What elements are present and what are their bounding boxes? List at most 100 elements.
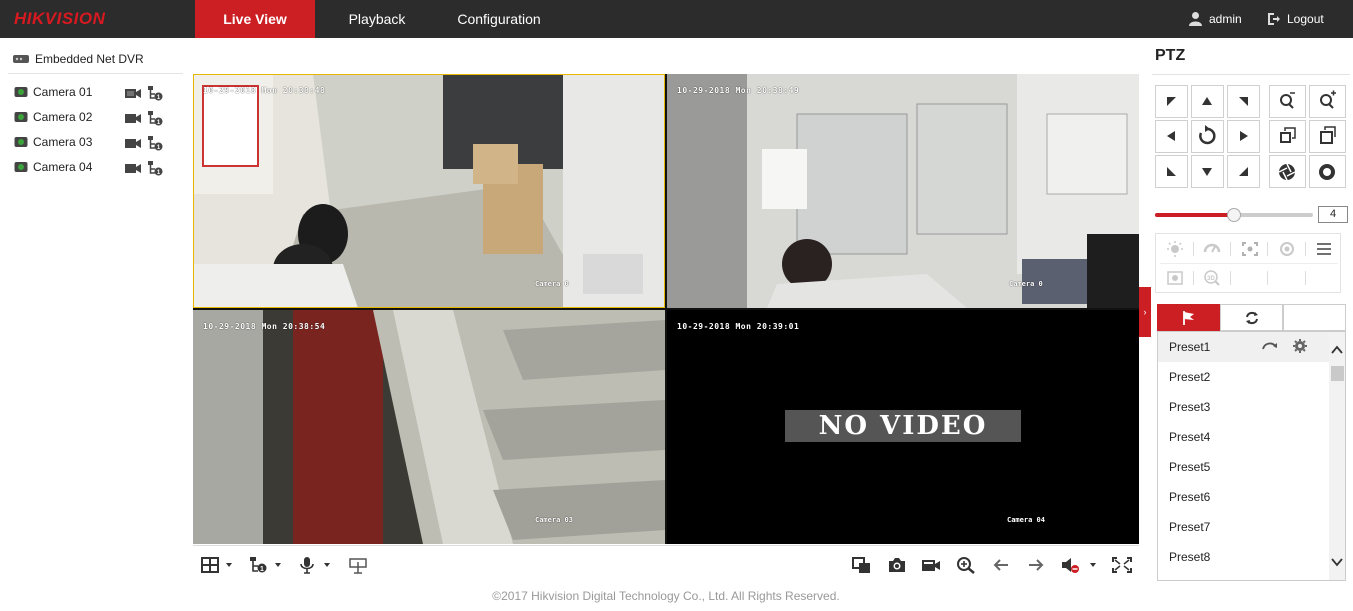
stream-settings-icon[interactable]: 1: [147, 85, 163, 101]
next-page-icon[interactable]: [1025, 556, 1047, 574]
video-pane-1[interactable]: 10-29-2018 Mon 20:38:48 Camera 0: [193, 74, 665, 308]
user-menu[interactable]: admin: [1188, 0, 1242, 38]
window-layout-icon[interactable]: [200, 556, 222, 574]
scrollbar-thumb[interactable]: [1331, 366, 1344, 381]
ptz-speed-slider[interactable]: [1155, 208, 1313, 222]
camera-feed-image: [193, 310, 665, 544]
preset-label: Preset6: [1169, 490, 1211, 504]
preset-label: Preset7: [1169, 520, 1211, 534]
collapse-ptz-toggle[interactable]: ›: [1139, 287, 1151, 337]
stream-settings-icon[interactable]: 1: [147, 135, 163, 151]
wiper-icon[interactable]: [1202, 240, 1222, 258]
ptz-divider: [1152, 74, 1350, 75]
video-pane-2[interactable]: 10-29-2018 Mon 20:38:49 Camera 0: [667, 74, 1139, 308]
copyright: ©2017 Hikvision Digital Technology Co., …: [492, 589, 840, 603]
stop-all-preview-icon[interactable]: [851, 556, 873, 574]
list-item[interactable]: Preset3: [1158, 392, 1330, 422]
divider: [1267, 271, 1268, 285]
tab-preset[interactable]: [1157, 304, 1220, 331]
osd-timestamp: 10-29-2018 Mon 20:38:49: [677, 86, 800, 95]
chevron-down-icon[interactable]: [1331, 556, 1343, 568]
ptz-direction-pad: [1155, 85, 1260, 188]
slider-handle[interactable]: [1227, 208, 1241, 222]
chevron-down-icon[interactable]: [226, 563, 232, 567]
divider: [1230, 271, 1231, 285]
stream-settings-icon[interactable]: 1: [147, 160, 163, 176]
light-icon[interactable]: [1165, 240, 1185, 258]
volume-muted-icon[interactable]: [1060, 556, 1082, 574]
camera-label: Camera 02: [33, 110, 93, 124]
manual-tracking-icon[interactable]: [1165, 269, 1185, 287]
osd-camera-name: Camera 04: [1007, 516, 1045, 524]
tab-live-view[interactable]: Live View: [195, 0, 315, 38]
osd-camera-name: Camera 0: [1009, 280, 1043, 288]
record-icon[interactable]: [125, 112, 141, 124]
gear-icon[interactable]: [1292, 338, 1308, 354]
ptz-lens-controls: [1269, 85, 1346, 188]
camera-online-icon: [14, 112, 28, 122]
preset-label: Preset1: [1169, 340, 1211, 354]
intercom-icon[interactable]: [347, 556, 369, 574]
osd-timestamp: 10-29-2018 Mon 20:38:54: [203, 322, 326, 331]
ptz-title: PTZ: [1155, 47, 1186, 64]
3d-zoom-icon[interactable]: 3D: [1202, 269, 1222, 287]
iris-close-icon[interactable]: [1319, 164, 1335, 180]
list-item[interactable]: Preset8: [1158, 542, 1330, 572]
chevron-down-icon[interactable]: [275, 563, 281, 567]
divider: [1193, 271, 1194, 285]
stream-type-icon[interactable]: 1: [248, 556, 270, 574]
divider: [1193, 242, 1194, 256]
tree-item-camera-04[interactable]: Camera 04 1: [14, 158, 174, 178]
list-item[interactable]: Preset6: [1158, 482, 1330, 512]
tab-patrol[interactable]: [1220, 304, 1283, 331]
camera-online-icon: [14, 137, 28, 147]
camera-online-icon: [14, 162, 28, 172]
tab-playback[interactable]: Playback: [325, 0, 429, 38]
chevron-up-icon[interactable]: [1331, 344, 1343, 356]
camera-feed-image: [193, 74, 665, 308]
record-all-icon[interactable]: [920, 556, 942, 574]
stream-settings-icon[interactable]: 1: [147, 110, 163, 126]
call-preset-icon[interactable]: [1262, 339, 1278, 353]
tab-pattern[interactable]: [1283, 304, 1346, 331]
logout-icon: [1268, 13, 1280, 25]
divider: [1267, 242, 1268, 256]
fullscreen-icon[interactable]: [1111, 556, 1133, 574]
record-icon[interactable]: [125, 162, 141, 174]
ptz-preset-tabs: [1157, 304, 1346, 331]
list-item[interactable]: Preset7: [1158, 512, 1330, 542]
list-item[interactable]: Preset2: [1158, 362, 1330, 392]
list-item[interactable]: Preset1: [1158, 332, 1330, 362]
video-pane-3[interactable]: 10-29-2018 Mon 20:38:54 Camera 03: [193, 310, 665, 544]
list-item[interactable]: Preset5: [1158, 452, 1330, 482]
previous-page-icon[interactable]: [990, 556, 1012, 574]
iris-open-icon[interactable]: [1278, 163, 1296, 181]
microphone-icon[interactable]: [296, 556, 318, 574]
tab-configuration[interactable]: Configuration: [440, 0, 558, 38]
username: admin: [1209, 12, 1242, 26]
menu-icon[interactable]: [1314, 240, 1334, 258]
tree-root-dvr[interactable]: Embedded Net DVR: [12, 52, 144, 66]
hikvision-logo: HIKVISION: [14, 9, 106, 28]
record-icon[interactable]: [125, 137, 141, 149]
auxiliary-focus-icon[interactable]: [1240, 240, 1260, 258]
dvr-icon: [13, 55, 29, 63]
chevron-down-icon[interactable]: [1090, 563, 1096, 567]
record-icon[interactable]: [125, 87, 141, 99]
digital-zoom-icon[interactable]: [955, 556, 977, 574]
chevron-down-icon[interactable]: [324, 563, 330, 567]
divider: [1305, 242, 1306, 256]
capture-icon[interactable]: [886, 556, 908, 574]
lens-init-icon[interactable]: [1277, 240, 1297, 258]
tree-item-camera-02[interactable]: Camera 02 1: [14, 108, 174, 128]
list-item[interactable]: Preset4: [1158, 422, 1330, 452]
divider: [1230, 242, 1231, 256]
preset-label: Preset3: [1169, 400, 1211, 414]
slider-fill: [1155, 213, 1234, 217]
logout-button[interactable]: Logout: [1267, 0, 1324, 38]
preset-list: Preset1 Preset2 Preset3 Preset4 Preset5 …: [1157, 331, 1346, 581]
tree-item-camera-01[interactable]: Camera 01 1: [14, 83, 174, 103]
video-pane-4[interactable]: 10-29-2018 Mon 20:39:01 NO VIDEO Camera …: [667, 310, 1139, 544]
tree-item-camera-03[interactable]: Camera 03 1: [14, 133, 174, 153]
preset-scrollbar[interactable]: [1329, 332, 1345, 580]
